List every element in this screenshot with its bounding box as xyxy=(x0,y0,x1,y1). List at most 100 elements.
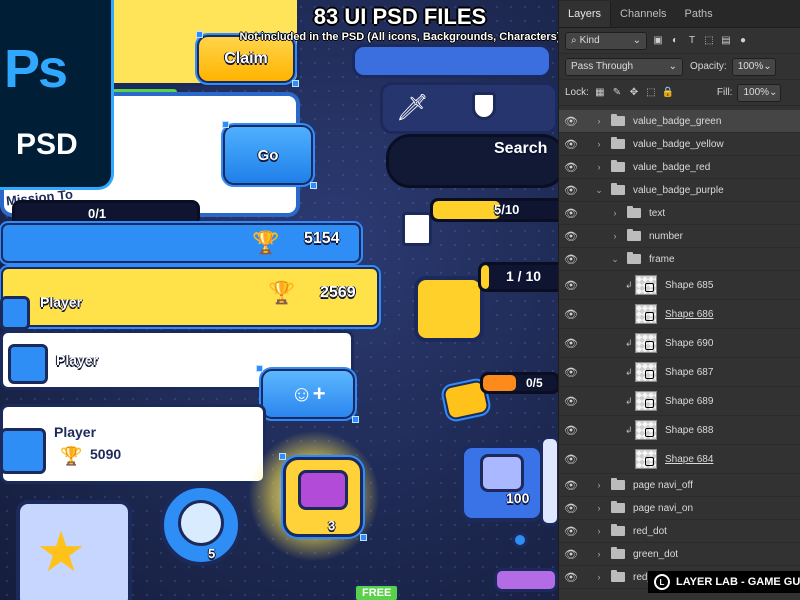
chest-progress-fill xyxy=(481,265,490,289)
chevron-right-icon[interactable]: › xyxy=(593,139,605,149)
smart-object-filter-icon[interactable]: ▤ xyxy=(720,35,732,47)
opacity-field[interactable]: 100% ⌄ xyxy=(731,57,776,76)
visibility-eye-icon[interactable]: 👁 xyxy=(559,115,583,128)
visibility-eye-icon[interactable]: 👁 xyxy=(559,207,583,220)
visibility-eye-icon[interactable]: 👁 xyxy=(559,337,583,350)
headline-title: 83 UI PSD FILES xyxy=(313,4,487,29)
chevron-right-icon[interactable]: › xyxy=(593,549,605,559)
go-button[interactable]: Go xyxy=(221,123,315,187)
layer-name: number xyxy=(649,230,683,242)
layer-name: green_dot xyxy=(633,548,679,560)
chevron-down-icon[interactable]: ⌄ xyxy=(593,185,605,196)
lock-artboard-icon[interactable]: ⬚ xyxy=(645,87,657,99)
layer-row[interactable]: 👁 › red_dot xyxy=(559,520,800,543)
chevron-right-icon[interactable]: › xyxy=(609,208,621,218)
visibility-eye-icon[interactable]: 👁 xyxy=(559,424,583,437)
lock-transparent-icon[interactable]: ▦ xyxy=(594,87,606,99)
visibility-eye-icon[interactable]: 👁 xyxy=(559,395,583,408)
visibility-eye-icon[interactable]: 👁 xyxy=(559,308,583,321)
chest-count: 3 xyxy=(328,518,336,533)
shape-filter-icon[interactable]: ⬚ xyxy=(703,35,715,47)
lock-position-icon[interactable]: ✥ xyxy=(628,87,640,99)
layer-row[interactable]: 👁 ↲ Shape 689 xyxy=(559,387,800,416)
layer-row[interactable]: 👁 › number xyxy=(559,225,800,248)
layer-row[interactable]: 👁 ↲ Shape 690 xyxy=(559,329,800,358)
visibility-eye-icon[interactable]: 👁 xyxy=(559,253,583,266)
selection-handle xyxy=(360,534,367,541)
image-filter-icon[interactable]: ▣ xyxy=(652,35,664,47)
layer-row[interactable]: 👁 › page navi_off xyxy=(559,474,800,497)
visibility-eye-icon[interactable]: 👁 xyxy=(559,548,583,561)
chevron-right-icon[interactable]: › xyxy=(593,503,605,513)
filter-toggle-icon[interactable]: ● xyxy=(737,35,749,47)
layer-row[interactable]: 👁 › page navi_on xyxy=(559,497,800,520)
fill-field[interactable]: 100% ⌄ xyxy=(737,83,782,102)
lock-paint-icon[interactable]: ✎ xyxy=(611,87,623,99)
visibility-eye-icon[interactable]: 👁 xyxy=(559,161,583,174)
visibility-eye-icon[interactable]: 👁 xyxy=(559,525,583,538)
filter-kind-select[interactable]: ⌕ Kind ⌄ xyxy=(565,31,647,50)
folder-icon xyxy=(611,478,625,490)
tab-paths[interactable]: Paths xyxy=(676,1,722,27)
chevron-down-icon[interactable]: ⌄ xyxy=(609,254,621,265)
headline: 83 UI PSD FILES Not included in the PSD … xyxy=(200,4,600,43)
chevron-right-icon[interactable]: › xyxy=(593,480,605,490)
clipping-mask-icon: ↲ xyxy=(625,366,633,377)
layer-thumbnail xyxy=(635,449,657,469)
chevron-right-icon[interactable]: › xyxy=(593,162,605,172)
visibility-eye-icon[interactable]: 👁 xyxy=(559,138,583,151)
slider-dot[interactable] xyxy=(512,532,528,548)
visibility-eye-icon[interactable]: 👁 xyxy=(559,184,583,197)
layer-row[interactable]: 👁 Shape 684 xyxy=(559,445,800,474)
layer-row[interactable]: 👁 › text xyxy=(559,202,800,225)
layer-row[interactable]: 👁 ⌄ frame xyxy=(559,248,800,271)
adjustment-filter-icon[interactable]: ◐ xyxy=(669,35,681,47)
leaderboard-name-4: Player xyxy=(54,424,97,440)
crown-progress-text: 0/5 xyxy=(526,376,543,390)
chevron-right-icon[interactable]: › xyxy=(593,116,605,126)
crown-progress-bar xyxy=(480,372,558,394)
folder-icon xyxy=(627,206,641,218)
layer-row[interactable]: 👁 › value_badge_red xyxy=(559,156,800,179)
layer-thumbnail xyxy=(635,304,657,324)
layer-row[interactable]: 👁 ↲ Shape 687 xyxy=(559,358,800,387)
leaderboard-name-3: Player xyxy=(56,352,99,368)
layer-name: value_badge_yellow xyxy=(633,138,724,150)
layers-panel: Layers Channels Paths ⌕ Kind ⌄ ▣ ◐ T ⬚ ▤… xyxy=(558,0,800,600)
layer-row[interactable]: 👁 Shape 686 xyxy=(559,300,800,329)
selection-handle xyxy=(222,121,229,128)
selection-handle xyxy=(310,182,317,189)
visibility-eye-icon[interactable]: 👁 xyxy=(559,453,583,466)
folder-icon xyxy=(611,547,625,559)
chevron-right-icon[interactable]: › xyxy=(609,231,621,241)
chevron-right-icon[interactable]: › xyxy=(593,526,605,536)
mission-progress-text: 0/1 xyxy=(88,206,107,221)
visibility-eye-icon[interactable]: 👁 xyxy=(559,366,583,379)
shield-icon[interactable] xyxy=(472,92,496,120)
layer-row[interactable]: 👁 ↲ Shape 688 xyxy=(559,416,800,445)
layer-row[interactable]: 👁 ↲ Shape 685 xyxy=(559,271,800,300)
type-filter-icon[interactable]: T xyxy=(686,35,698,47)
lock-all-icon[interactable]: 🔒 xyxy=(662,87,674,99)
layer-row[interactable]: 👁 › green_dot xyxy=(559,543,800,566)
layerlab-watermark: L LAYER LAB - GAME GUI xyxy=(648,571,800,593)
tab-layers[interactable]: Layers xyxy=(559,1,612,27)
blend-mode-select[interactable]: Pass Through ⌄ xyxy=(565,57,683,76)
visibility-eye-icon[interactable]: 👁 xyxy=(559,279,583,292)
visibility-eye-icon[interactable]: 👁 xyxy=(559,479,583,492)
add-friend-button[interactable]: ☺+ xyxy=(259,367,357,421)
selection-handle xyxy=(279,453,286,460)
tab-channels[interactable]: Channels xyxy=(611,1,675,27)
fill-label: Fill: xyxy=(716,87,733,98)
chevron-right-icon[interactable]: › xyxy=(593,572,605,582)
selection-handle xyxy=(256,365,263,372)
layer-row[interactable]: 👁 › value_badge_yellow xyxy=(559,133,800,156)
layer-row[interactable]: 👁 ⌄ value_badge_purple xyxy=(559,179,800,202)
layer-name: text xyxy=(649,207,666,219)
layer-name: frame xyxy=(649,253,675,265)
visibility-eye-icon[interactable]: 👁 xyxy=(559,571,583,584)
visibility-eye-icon[interactable]: 👁 xyxy=(559,502,583,515)
layer-row[interactable]: 👁 › value_badge_green xyxy=(559,110,800,133)
visibility-eye-icon[interactable]: 👁 xyxy=(559,230,583,243)
sword-icon[interactable]: 🗡 xyxy=(396,92,429,123)
